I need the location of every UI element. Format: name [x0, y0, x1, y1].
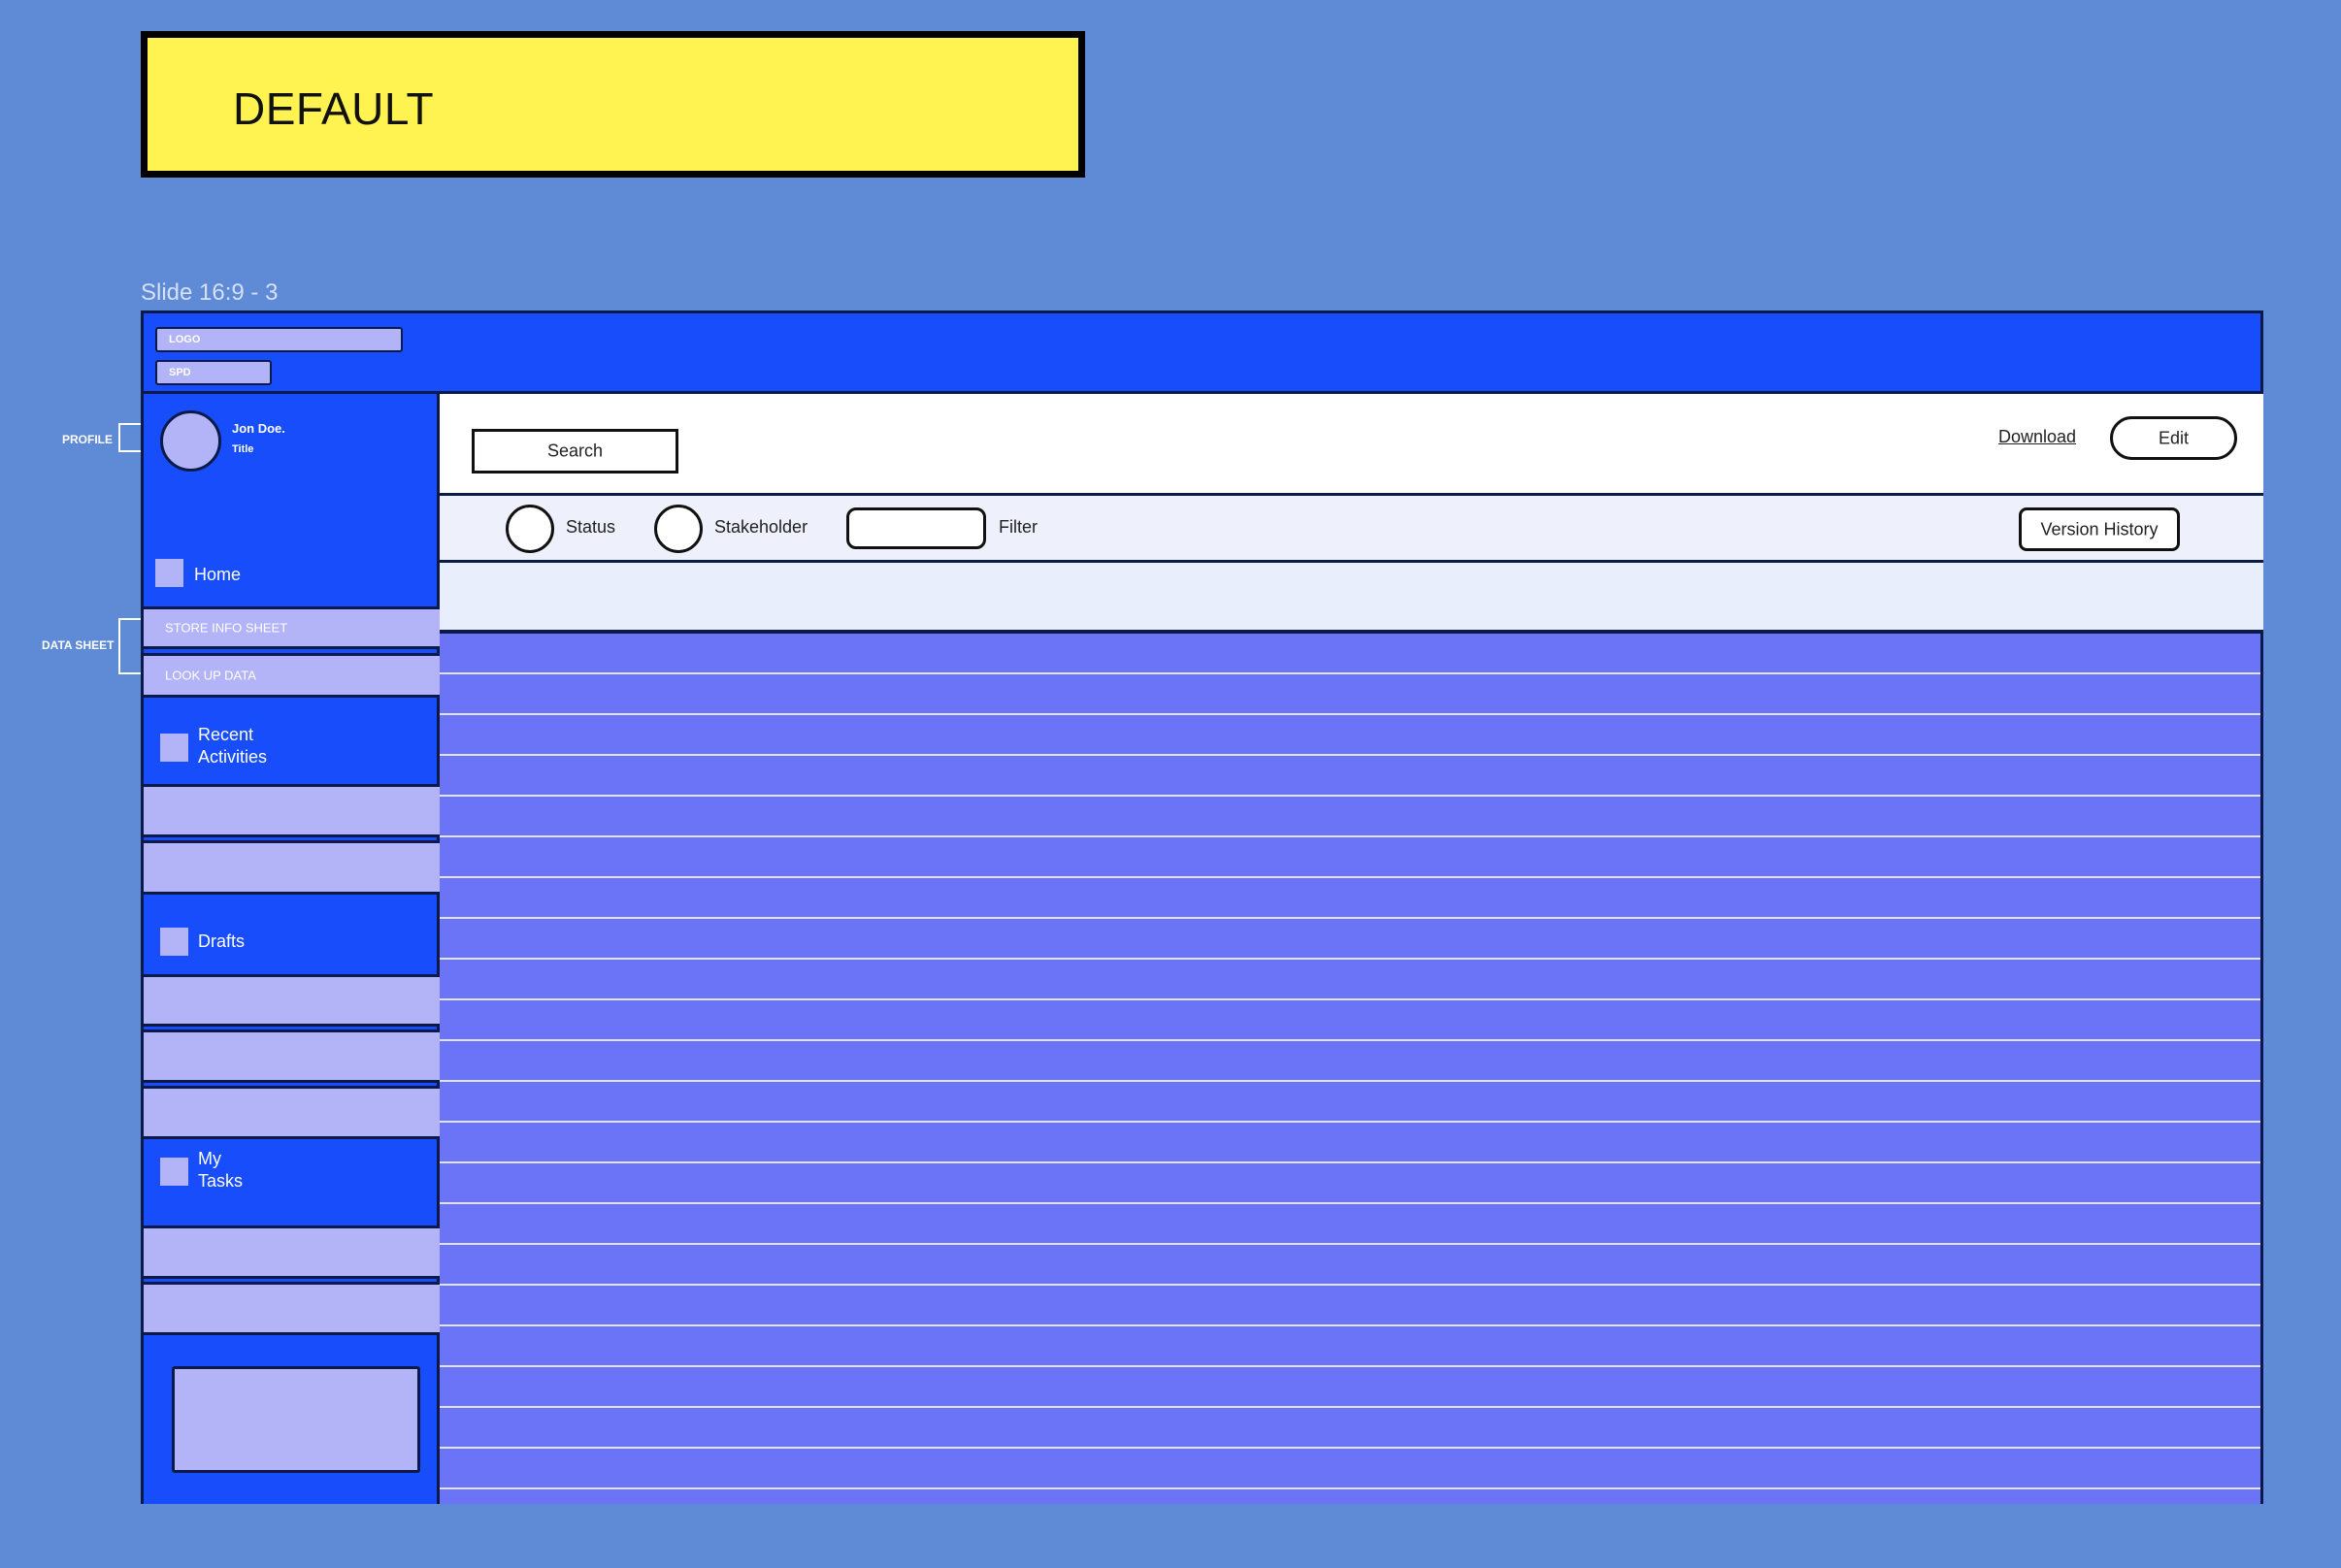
table-row[interactable]	[440, 919, 2260, 960]
my-tasks-label-line2: Tasks	[198, 1171, 244, 1191]
sidebar-item-look-up-data[interactable]: LOOK UP DATA	[144, 653, 440, 698]
draft-item-3[interactable]	[144, 1086, 440, 1139]
default-state-banner: DEFAULT	[141, 31, 1085, 178]
search-input[interactable]: Search	[472, 429, 678, 474]
spd-label: SPD	[169, 367, 191, 378]
stakeholder-label: Stakeholder	[714, 517, 808, 537]
table-row[interactable]	[440, 1123, 2260, 1163]
stakeholder-radio[interactable]	[654, 505, 703, 553]
data-table	[440, 634, 2260, 1504]
table-row[interactable]	[440, 1326, 2260, 1367]
avatar[interactable]	[160, 410, 221, 472]
version-history-button[interactable]: Version History	[2019, 507, 2180, 551]
table-row[interactable]	[440, 1163, 2260, 1204]
logo-placeholder[interactable]: LOGO	[155, 327, 403, 352]
search-label: Search	[546, 441, 604, 461]
table-row[interactable]	[440, 1286, 2260, 1326]
edit-label: Edit	[2158, 428, 2190, 447]
sidebar: Jon Doe. Title Home STORE INFO SHEET LOO…	[144, 391, 440, 1504]
status-label: Status	[566, 517, 616, 537]
table-row[interactable]	[440, 1449, 2260, 1489]
edit-button[interactable]: Edit	[2110, 416, 2237, 460]
table-row[interactable]	[440, 1408, 2260, 1449]
toolbar: Search Download Edit	[440, 391, 2263, 493]
table-row[interactable]	[440, 1000, 2260, 1041]
draft-item-1[interactable]	[144, 974, 440, 1027]
profile-annotation-bracket	[118, 423, 141, 452]
look-up-data-label: LOOK UP DATA	[165, 668, 256, 683]
recent-activity-item-2[interactable]	[144, 840, 440, 895]
recent-activity-item-1[interactable]	[144, 784, 440, 837]
recent-activities-label-line2: Activities	[198, 747, 268, 767]
version-history-label: Version History	[2040, 519, 2159, 539]
store-info-sheet-label: STORE INFO SHEET	[165, 620, 288, 636]
table-row[interactable]	[440, 1082, 2260, 1123]
task-item-2[interactable]	[144, 1282, 440, 1335]
filter-label: Filter	[999, 517, 1038, 537]
recent-activities-icon	[160, 734, 188, 762]
recent-activities-label-line1: Recent	[198, 725, 254, 744]
sidebar-item-store-info-sheet[interactable]: STORE INFO SHEET	[144, 606, 440, 649]
default-label: DEFAULT	[233, 83, 435, 134]
home-icon	[155, 559, 183, 587]
data-sheet-annotation-bracket	[118, 618, 141, 674]
spd-badge[interactable]: SPD	[155, 360, 272, 385]
table-row[interactable]	[440, 634, 2260, 674]
data-sheet-annotation: DATA SHEET	[42, 638, 115, 652]
slide-label: Slide 16:9 - 3	[141, 279, 279, 306]
sidebar-item-drafts[interactable]: Drafts	[198, 931, 245, 953]
table-row[interactable]	[440, 1367, 2260, 1408]
table-row[interactable]	[440, 960, 2260, 1000]
table-row[interactable]	[440, 715, 2260, 756]
table-row[interactable]	[440, 756, 2260, 797]
sidebar-card-placeholder[interactable]	[172, 1366, 420, 1473]
draft-item-2[interactable]	[144, 1029, 440, 1083]
logo-label: LOGO	[169, 334, 201, 345]
my-tasks-label-line1: My	[198, 1149, 221, 1168]
sidebar-item-recent-activities[interactable]: Recent Activities	[198, 724, 267, 768]
filter-input[interactable]	[846, 507, 986, 549]
table-row[interactable]	[440, 878, 2260, 919]
task-item-1[interactable]	[144, 1225, 440, 1279]
app-frame: LOGO SPD Jon Doe. Title Home STORE INFO …	[141, 310, 2263, 1504]
my-tasks-icon	[160, 1158, 188, 1186]
status-radio[interactable]	[506, 505, 554, 553]
profile-annotation: PROFILE	[62, 433, 114, 446]
table-row[interactable]	[440, 674, 2260, 715]
profile-title: Title	[232, 443, 254, 455]
table-row[interactable]	[440, 1041, 2260, 1082]
download-link[interactable]: Download	[1998, 427, 2076, 447]
sidebar-item-my-tasks[interactable]: My Tasks	[198, 1148, 243, 1192]
info-bar	[440, 563, 2263, 634]
table-row[interactable]	[440, 1204, 2260, 1245]
table-row[interactable]	[440, 797, 2260, 837]
table-row[interactable]	[440, 837, 2260, 878]
profile-name: Jon Doe.	[232, 421, 285, 436]
table-row[interactable]	[440, 1245, 2260, 1286]
sidebar-item-home[interactable]: Home	[194, 564, 241, 586]
drafts-icon	[160, 928, 188, 956]
filter-bar: Status Stakeholder Filter Version Histor…	[440, 493, 2263, 563]
